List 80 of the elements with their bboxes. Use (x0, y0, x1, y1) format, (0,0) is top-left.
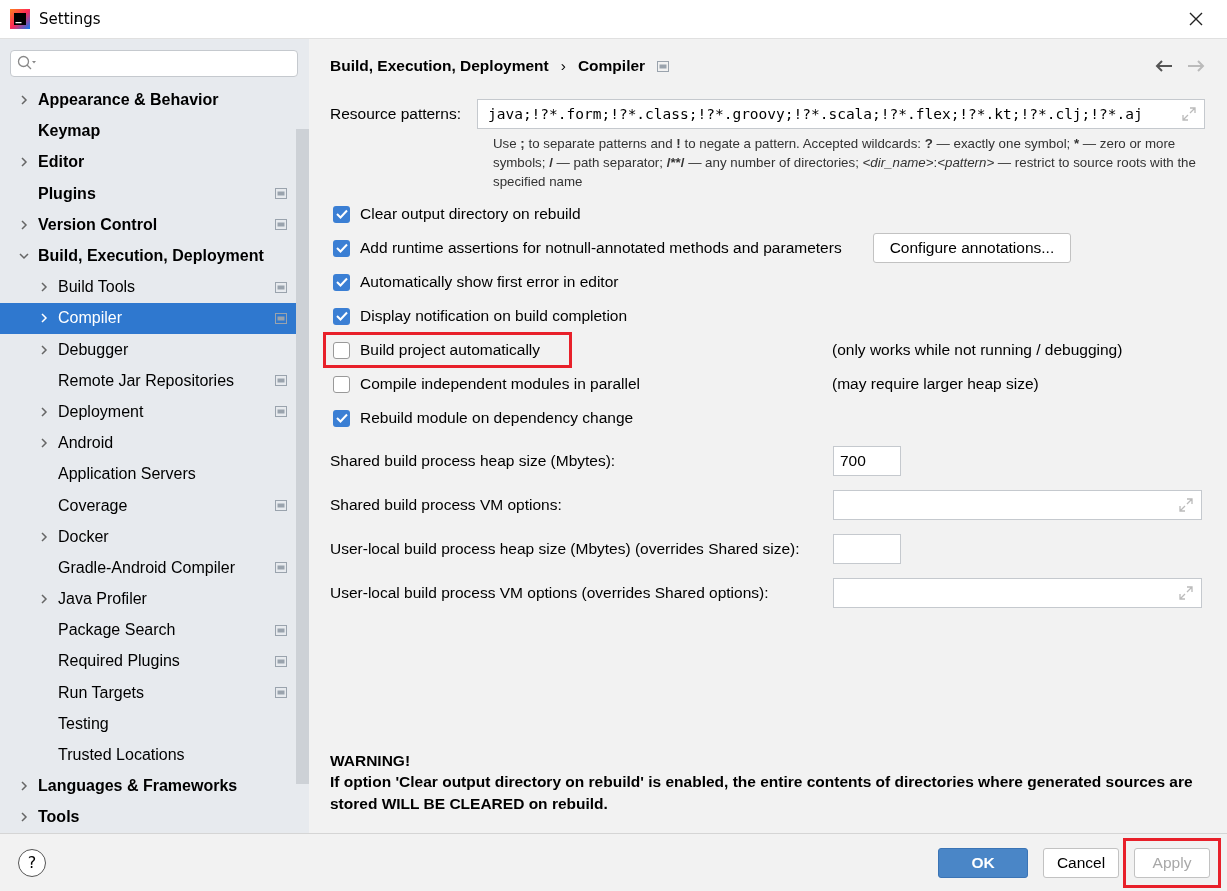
tree-item[interactable]: Version Control (0, 209, 296, 241)
tree-item[interactable]: Java Profiler (0, 583, 296, 615)
tree-item[interactable]: Keymap (0, 115, 296, 147)
number-field[interactable]: 700 (833, 446, 901, 476)
breadcrumb-item[interactable]: Build, Execution, Deployment (330, 57, 549, 75)
dialog-button[interactable]: Cancel (1043, 847, 1119, 878)
checkbox-label[interactable]: Rebuild module on dependency change (360, 409, 634, 427)
field-label: User-local build process VM options (overrides Shared options): (330, 584, 770, 602)
configure-annotations-button[interactable]: Configure annotations... (872, 233, 1072, 263)
checkbox-label[interactable]: Build project automatically (360, 341, 541, 359)
scrollbar[interactable] (296, 129, 309, 784)
search-field[interactable] (10, 50, 298, 77)
breadcrumb-item[interactable]: Compiler (577, 57, 646, 75)
search-icon (17, 55, 37, 72)
chevron-icon[interactable] (38, 343, 50, 356)
chevron-icon[interactable] (38, 405, 50, 418)
tree-item[interactable]: Build Tools (0, 271, 296, 303)
tree-item[interactable]: Remote Jar Repositories (0, 365, 296, 397)
field-label: Shared build process heap size (Mbytes): (330, 452, 617, 470)
tree-item[interactable]: Plugins (0, 178, 296, 210)
number-field[interactable] (833, 534, 901, 564)
field-label: Resource patterns: (330, 105, 461, 123)
resource-patterns-field[interactable]: java;!?*.form;!?*.class;!?*.groovy;!?*.scala;!?*.flex;!?*.kt;!?*.clj;!?*.aj (476, 99, 1205, 129)
vm-options-field[interactable] (833, 490, 1202, 520)
tree-item[interactable]: Application Servers (0, 458, 296, 490)
tree-item[interactable]: Coverage (0, 489, 296, 522)
checkbox-label[interactable]: Display notification on build completion (360, 307, 628, 325)
tree-item[interactable]: Tools (0, 801, 296, 833)
checkbox-label[interactable]: Automatically show first error in editor (360, 273, 619, 291)
tree-item[interactable]: Package Search (0, 614, 296, 646)
app-logo-icon (10, 9, 30, 29)
chevron-icon[interactable] (18, 218, 30, 231)
chevron-icon[interactable] (18, 156, 30, 169)
tree-item[interactable]: Docker (0, 521, 296, 553)
window-title: Settings (39, 10, 102, 28)
tree-item[interactable]: Compiler (0, 302, 296, 334)
close-icon[interactable] (1189, 12, 1203, 26)
chevron-icon[interactable] (38, 437, 50, 450)
checkbox-label[interactable]: Add runtime assertions for notnull-annotated methods and parameters (360, 239, 842, 257)
breadcrumb-separator: › (560, 57, 566, 75)
dialog-button[interactable]: OK (938, 847, 1028, 878)
tree-item[interactable]: Required Plugins (0, 645, 296, 678)
chevron-icon[interactable] (38, 593, 50, 606)
warning-title: WARNING! (330, 750, 412, 771)
tree-item[interactable]: Languages & Frameworks (0, 770, 296, 802)
option-note: (may require larger heap size) (832, 375, 1040, 393)
checkbox[interactable] (333, 205, 350, 223)
tree-item[interactable]: Run Targets (0, 677, 296, 709)
tree-item[interactable]: Testing (0, 708, 296, 740)
vm-options-field[interactable] (833, 578, 1202, 608)
project-scope-icon (657, 60, 670, 72)
help-button[interactable]: ? (18, 848, 46, 877)
chevron-icon[interactable] (38, 281, 50, 294)
chevron-icon[interactable] (38, 530, 50, 543)
field-label: User-local build process heap size (Mbytes) (overrides Shared size): (330, 540, 801, 558)
warning-text: If option 'Clear output directory on rebuild' is enabled, the entire contents of directories where generated sources are stored WILL BE CLEARED on rebuild. (330, 772, 1194, 814)
tree-item[interactable]: Android (0, 427, 296, 459)
chevron-icon[interactable] (38, 312, 50, 325)
checkbox[interactable] (333, 341, 350, 359)
option-note: (only works while not running / debugging) (832, 341, 1124, 359)
chevron-icon[interactable] (18, 811, 30, 824)
tree-item[interactable]: Gradle-Android Compiler (0, 552, 296, 584)
tree-item[interactable]: Debugger (0, 334, 296, 366)
tree-item[interactable]: Trusted Locations (0, 739, 296, 771)
tree-item[interactable]: Deployment (0, 396, 296, 428)
checkbox[interactable] (333, 239, 350, 257)
back-arrow-icon[interactable] (1155, 59, 1173, 73)
tree-item[interactable]: Editor (0, 146, 296, 179)
chevron-icon[interactable] (18, 94, 30, 107)
field-label: Shared build process VM options: (330, 496, 563, 514)
chevron-icon[interactable] (18, 780, 30, 793)
checkbox-label[interactable]: Compile independent modules in parallel (360, 375, 641, 393)
checkbox[interactable] (333, 409, 350, 427)
checkbox[interactable] (333, 273, 350, 291)
checkbox[interactable] (333, 375, 350, 393)
tree-item[interactable]: Build, Execution, Deployment (0, 240, 296, 272)
tree-item[interactable]: Appearance & Behavior (0, 84, 296, 116)
patterns-hint: Use ; to separate patterns and ! to negate a pattern. Accepted wildcards: ? — exactly one symbol; * — zero or more symbols; / — path separator; /**/ — any number of directories; <dir_name>:<pattern> — restrict to source roots with the specified name (493, 135, 1197, 191)
checkbox-label[interactable]: Clear output directory on rebuild (360, 205, 581, 223)
checkbox[interactable] (333, 307, 350, 325)
